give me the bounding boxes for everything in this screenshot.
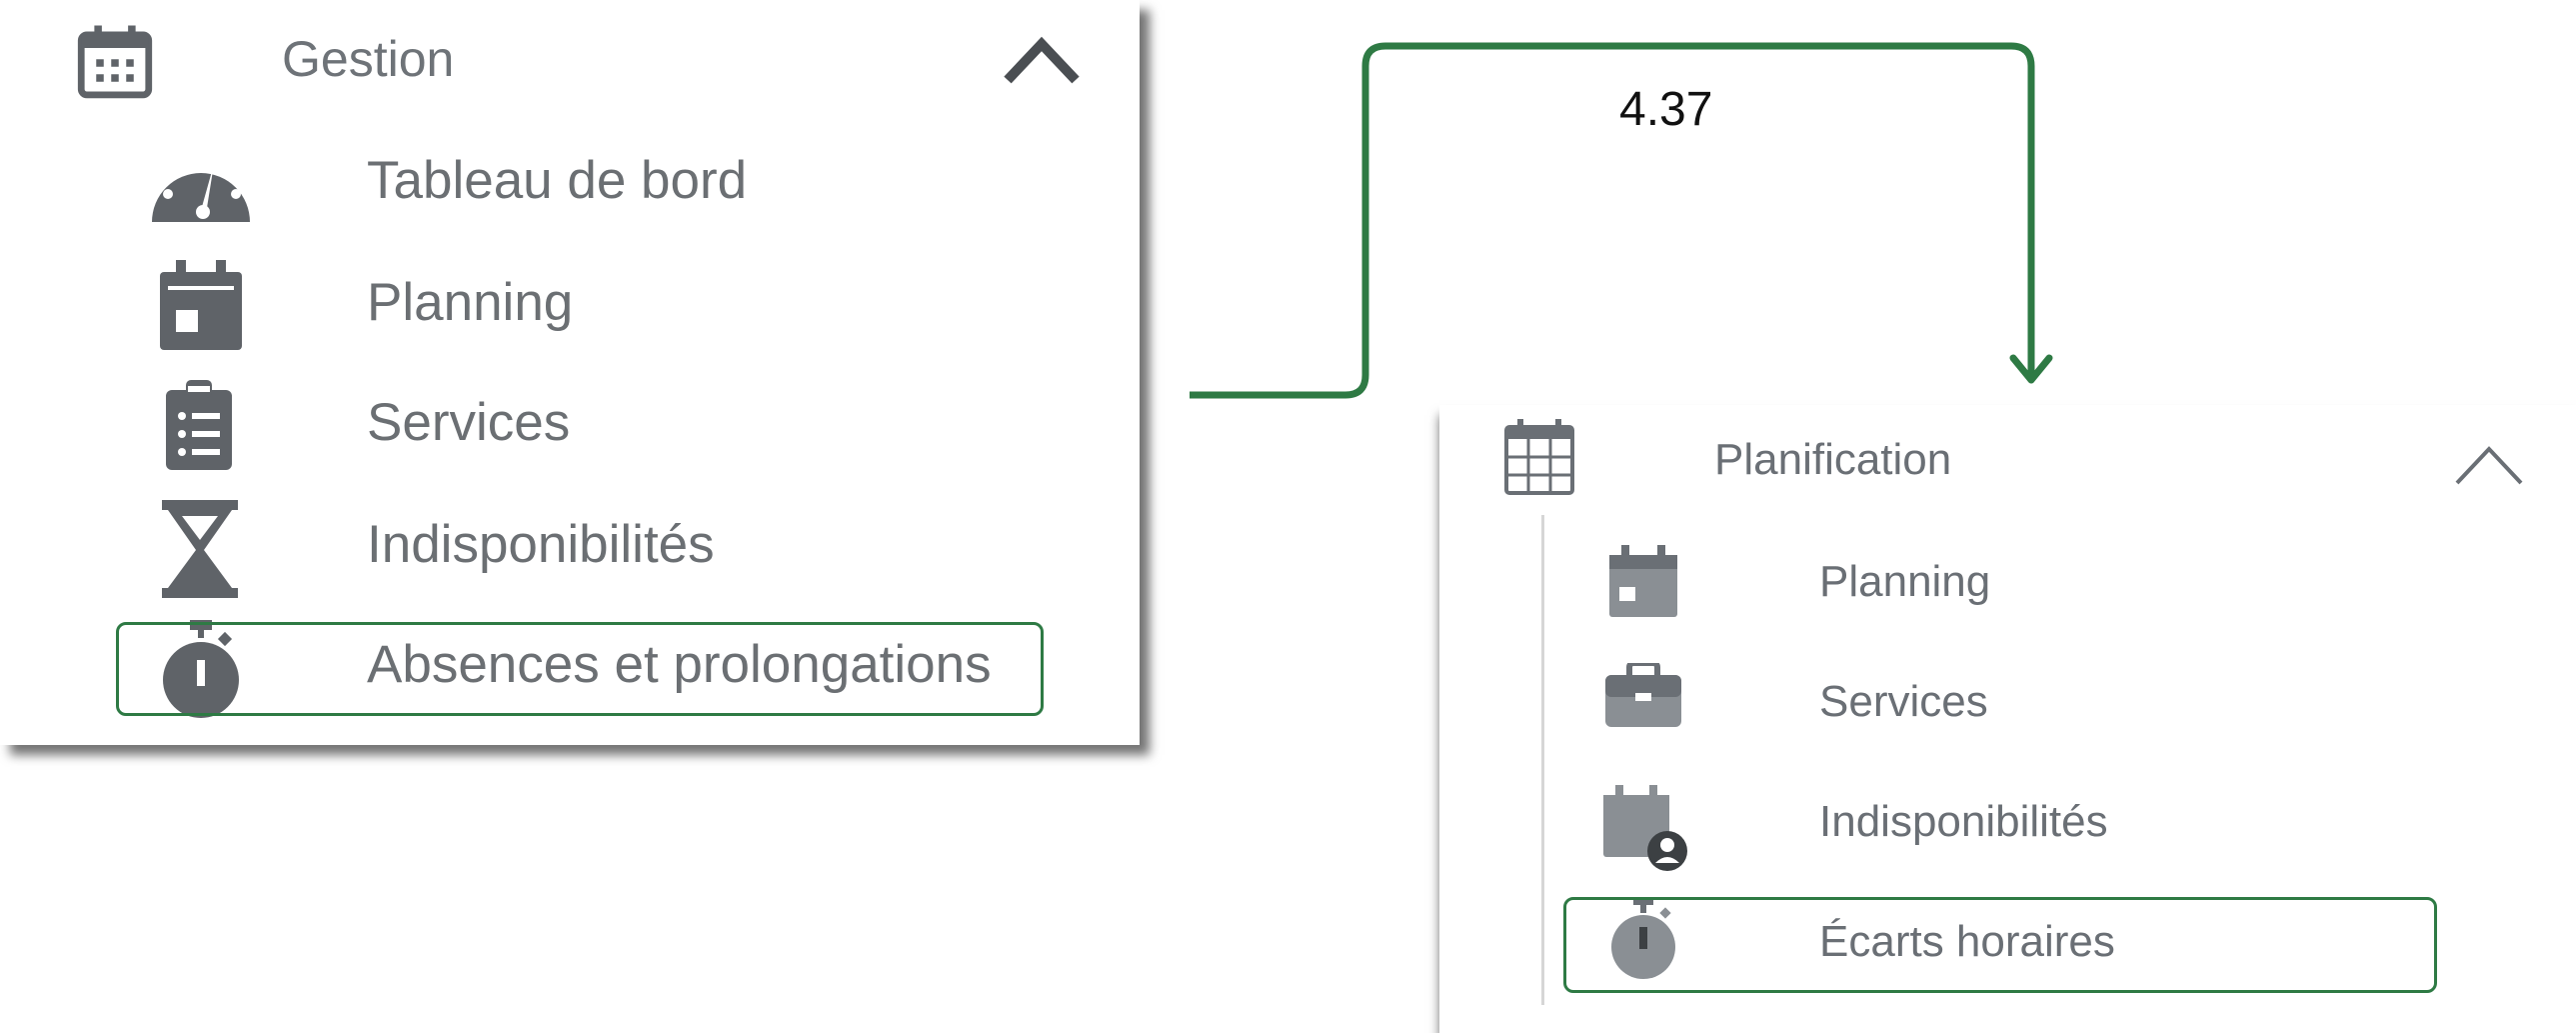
highlight-box [116, 622, 1044, 716]
menu-header-label: Planification [1714, 435, 1952, 484]
menu-item-label: Indisponibilités [367, 515, 715, 574]
chevron-up-icon[interactable] [1000, 30, 1084, 90]
hourglass-icon [160, 500, 240, 598]
menu-item-planning[interactable]: Planning [0, 260, 1140, 360]
menu-item-tableau-de-bord[interactable]: Tableau de bord [0, 140, 1140, 240]
calendar-grid-icon [1503, 419, 1575, 497]
chevron-up-icon[interactable] [2451, 441, 2527, 489]
briefcase-icon [1603, 663, 1683, 729]
menu-panel-after: Planification Planning Services Indispon… [1439, 405, 2576, 1033]
menu-item-label: Planning [367, 273, 574, 332]
menu-header-label: Gestion [282, 31, 455, 87]
menu-item-label: Services [367, 393, 571, 452]
step-number-label: 4.37 [1619, 83, 1713, 136]
clipboard-list-icon [162, 380, 236, 472]
calendar-icon [70, 18, 160, 108]
menu-item-indisponibilites[interactable]: Indisponibilités [1439, 765, 2576, 871]
menu-item-label: Planning [1819, 557, 1991, 606]
menu-item-services[interactable]: Services [1439, 645, 2576, 745]
menu-item-label: Indisponibilités [1819, 797, 2108, 846]
menu-item-planning[interactable]: Planning [1439, 525, 2576, 625]
highlight-box [1563, 897, 2437, 993]
menu-panel-before: Gestion Tableau de bord Planning Service… [0, 0, 1140, 745]
calendar-icon [156, 260, 246, 352]
menu-item-indisponibilites[interactable]: Indisponibilités [0, 500, 1140, 600]
calendar-user-icon [1601, 785, 1689, 871]
speedometer-icon [148, 142, 254, 226]
menu-item-label: Tableau de bord [367, 151, 748, 210]
menu-item-services[interactable]: Services [0, 380, 1140, 480]
menu-item-label: Services [1819, 677, 1988, 726]
menu-header-gestion[interactable]: Gestion [0, 0, 1140, 110]
calendar-icon [1607, 545, 1679, 619]
menu-header-planification[interactable]: Planification [1439, 405, 2576, 515]
